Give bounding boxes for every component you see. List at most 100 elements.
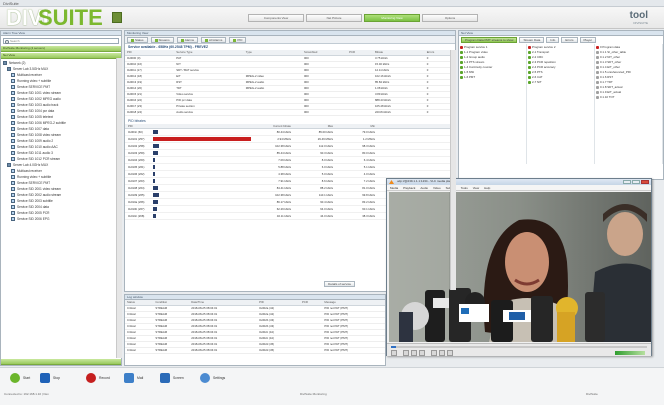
- video-menu-item[interactable]: Tools: [461, 185, 468, 190]
- fullscreen-button[interactable]: [431, 350, 437, 356]
- bitrate-bar: [153, 186, 158, 190]
- toolbar-all-alarms-button[interactable]: All Alarms: [201, 37, 227, 43]
- bitrate-bar: [153, 158, 155, 162]
- toolbar-alarms-button[interactable]: Alarms: [176, 37, 199, 43]
- video-menu-item[interactable]: Playback: [403, 185, 415, 190]
- bitrate-row[interactable]: 0x0103 (259) 85.44 kbit/s 90.3 kbit/s 80.0 …: [125, 150, 455, 157]
- tree-search-input[interactable]: Search: [3, 38, 119, 44]
- service-icon: [11, 139, 15, 143]
- tree-item-label: Multicast receiver: [17, 73, 42, 77]
- log-table-body: Critical STREAM 2018-08-25 08:04:01 0x002a …: [125, 305, 385, 354]
- video-seek-progress: [391, 346, 397, 348]
- net-tab-program[interactable]: Program Data PMT streams to show: [461, 37, 518, 43]
- toolbar-streams-label: Streams: [158, 38, 170, 42]
- bitrate-row[interactable]: 0x0101 (257) 2.94 Mbit/s 29.46 Mbit/s 1.2 M…: [125, 136, 455, 143]
- log-cell: PID not PAT (PMT): [322, 347, 385, 354]
- record-icon[interactable]: [86, 373, 96, 383]
- log-table: Status Condition Date/Time PID PCR Message Cr…: [125, 300, 385, 354]
- video-frame-image: [389, 192, 651, 342]
- net-item[interactable]: 2-7 NIT: [528, 80, 593, 85]
- stop-icon[interactable]: [40, 373, 50, 383]
- bitrate-pid: 0x0103 (259): [128, 151, 145, 155]
- tab-monitoring[interactable]: Monitoring View: [364, 14, 420, 22]
- video-menu-item[interactable]: Media: [390, 185, 398, 190]
- net-item-label: 0.1.10 TOT: [600, 95, 615, 99]
- log-cell: 2018-08-25 08:04:01: [189, 347, 258, 354]
- tree-item-label: Service SERVICE PMT: [17, 181, 51, 185]
- service-cell: [347, 109, 373, 116]
- service-row[interactable]: 0x0018 (24) Audio service 000 220.84 kbit/s…: [125, 109, 455, 116]
- bitrate-row[interactable]: 0x0104 (260) 7.09 kbit/s 8.0 kbit/s 6.4 kbi…: [125, 157, 455, 164]
- maximize-button[interactable]: [632, 180, 640, 184]
- toolbar-pid-button[interactable]: PID: [229, 37, 247, 43]
- playlist-button[interactable]: [439, 350, 445, 356]
- video-menu-item[interactable]: Audio: [420, 185, 428, 190]
- record-label: Record: [99, 376, 110, 380]
- service-table-body: 0x0000 (0) PAT 000 3.75 kbit/s 0 0x0010 (16) N…: [125, 55, 455, 116]
- tree-item-label: Server Lab 3.5GHz MUX: [13, 67, 49, 71]
- loop-button[interactable]: [447, 350, 453, 356]
- video-seek-bar[interactable]: [391, 346, 647, 348]
- status-dot-icon: [596, 51, 599, 54]
- service-icon: [11, 205, 15, 209]
- screen-icon[interactable]: [160, 373, 170, 383]
- toolbar-status-button[interactable]: Status: [127, 37, 148, 43]
- bitrate-bar: [153, 214, 156, 218]
- settings-icon[interactable]: [200, 373, 210, 383]
- status-dot-icon: [460, 66, 463, 69]
- tree-scrollbar[interactable]: [116, 58, 122, 358]
- details-button[interactable]: Details of service: [324, 281, 355, 287]
- bitrate-min: 80.0 kbit/s: [362, 151, 375, 155]
- net-item[interactable]: 0.1.10 TOT: [596, 95, 661, 100]
- service-icon: [11, 181, 15, 185]
- net-item[interactable]: 1-6 PMT: [460, 75, 525, 80]
- tree-item-label: Service SID 2005 PCR: [17, 211, 50, 215]
- net-tab-info[interactable]: Info: [546, 37, 560, 43]
- minimize-button[interactable]: [623, 180, 631, 184]
- toolbar-streams-button[interactable]: Streams: [150, 37, 174, 43]
- status-dot-icon: [528, 51, 531, 54]
- video-title-bar[interactable]: udp://@239.1.1.1:1234 - VLC media player: [387, 179, 651, 185]
- bitrate-row[interactable]: 0x0106 (262) 4.38 kbit/s 5.0 kbit/s 4.0 kbi…: [125, 171, 455, 178]
- toolbar-pid-label: PID: [237, 38, 243, 42]
- tree-item-label: Service SID 1002 MPEG audio: [17, 97, 61, 101]
- mail-icon[interactable]: [124, 373, 134, 383]
- bitrate-current: 80.44 kbit/s: [276, 130, 291, 134]
- bitrate-row[interactable]: 0x003c (60) 80.44 kbit/s 85.00 kbit/s 79.0 …: [125, 129, 455, 136]
- tree-item[interactable]: Service SID 2006 EPG: [3, 216, 119, 222]
- net-item-label: 2-3 PCR repetition: [532, 60, 556, 64]
- log-row[interactable]: Critical STREAM 2018-08-25 08:04:01 0x002d …: [125, 347, 385, 354]
- net-tab-errors[interactable]: Errors: [561, 37, 578, 43]
- net-tab-stream-data[interactable]: Stream Data: [519, 37, 545, 43]
- tab-components[interactable]: Components View: [248, 14, 304, 22]
- bitrate-row[interactable]: 0x0105 (261) 5.88 kbit/s 6.0 kbit/s 5.1 kbi…: [125, 164, 455, 171]
- tree-item-label: Service SID 1003 audio track: [17, 103, 59, 107]
- bitrate-row[interactable]: 0x0102 (258) 102.38 kbit/s 112.0 kbit/s 98.…: [125, 143, 455, 150]
- tab-options[interactable]: Options: [422, 14, 478, 22]
- log-cell: [300, 347, 323, 354]
- bitrate-max: 112.0 kbit/s: [318, 144, 333, 148]
- video-menu-item[interactable]: Video: [433, 185, 441, 190]
- volume-slider[interactable]: [615, 351, 645, 355]
- bitrate-current: 62.29 kbit/s: [276, 207, 291, 211]
- play-button[interactable]: [391, 350, 397, 356]
- bitrate-pid: 0x010a (266): [128, 200, 145, 204]
- start-icon[interactable]: [10, 373, 20, 383]
- close-button[interactable]: [641, 180, 649, 184]
- prev-button[interactable]: [403, 350, 409, 356]
- start-label: Start: [23, 376, 31, 380]
- bitrate-min: 7.2 kbit/s: [363, 179, 375, 183]
- bitrate-bar-track: [153, 158, 251, 162]
- service-icon: [11, 109, 15, 113]
- monitoring-scrollbar[interactable]: [450, 50, 456, 290]
- video-menu-item[interactable]: Help: [484, 185, 490, 190]
- video-menu-item[interactable]: View: [473, 185, 479, 190]
- status-dot-icon: [528, 66, 531, 69]
- tree-group-header[interactable]: DiviSuite Monitoring (4 servers): [1, 46, 121, 52]
- net-tab-player[interactable]: Player: [579, 37, 597, 43]
- status-dot-icon: [528, 56, 531, 59]
- tab-net-picture[interactable]: Net Picture: [306, 14, 362, 22]
- next-button[interactable]: [419, 350, 425, 356]
- video-player-window[interactable]: udp://@239.1.1.1:1234 - VLC media player…: [386, 178, 652, 356]
- stop-button[interactable]: [411, 350, 417, 356]
